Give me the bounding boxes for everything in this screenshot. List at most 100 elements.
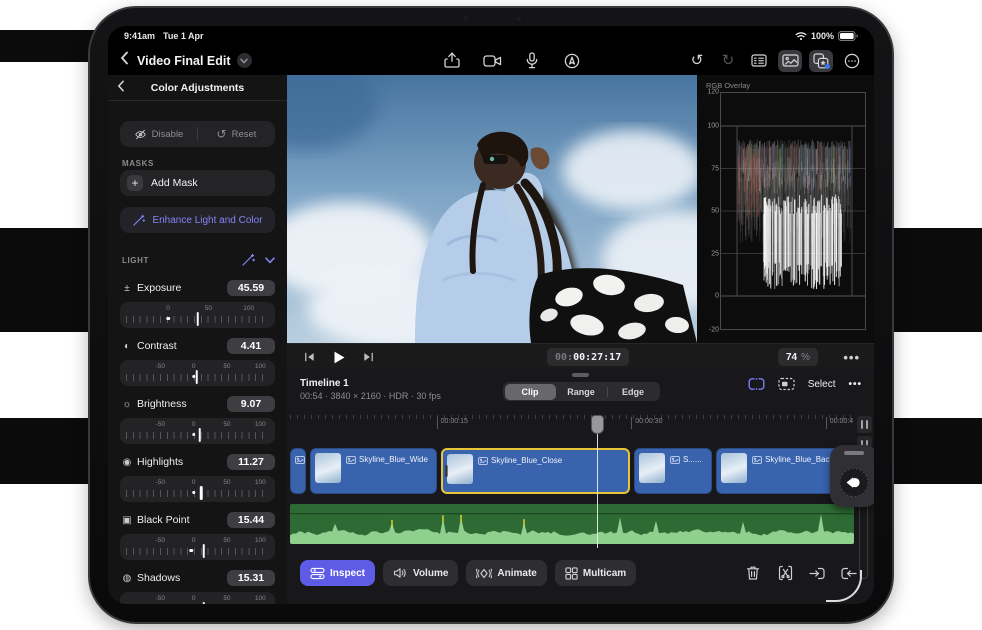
playhead-handle[interactable] xyxy=(591,415,604,434)
transport-bar: 00:00:27:17 74 % ••• xyxy=(287,343,874,370)
camera-sensor-dot xyxy=(517,17,521,21)
project-title[interactable]: Video Final Edit xyxy=(137,54,231,68)
redo-icon[interactable]: ↻ xyxy=(716,50,740,72)
slider-cursor[interactable] xyxy=(195,370,198,384)
mode-range[interactable]: Range xyxy=(556,384,607,400)
volume-icon xyxy=(393,567,408,579)
inspector-icon[interactable] xyxy=(747,50,771,72)
param-value[interactable]: 15.31 xyxy=(227,570,275,586)
panel-back-chevron-icon[interactable] xyxy=(117,79,125,97)
timeline-clip[interactable]: Skyline_Blue_Wide xyxy=(310,448,437,494)
scope-axis-label: 100 xyxy=(703,123,719,130)
param-slider[interactable]: 050100 xyxy=(120,302,275,328)
param-value[interactable]: 15.44 xyxy=(227,512,275,528)
export-icon[interactable] xyxy=(440,50,464,72)
slider-ticks xyxy=(126,490,269,497)
light-wand-icon[interactable] xyxy=(241,253,255,267)
inspect-button[interactable]: Inspect xyxy=(300,560,375,586)
slider-cursor[interactable] xyxy=(200,486,203,500)
magic-wand-icon xyxy=(132,214,145,227)
status-bar: 9:41am Tue 1 Apr 100% xyxy=(108,26,874,46)
slider-cursor[interactable] xyxy=(199,428,202,442)
audio-track[interactable] xyxy=(290,504,854,544)
reset-button[interactable]: ↺ Reset xyxy=(198,128,275,140)
undo-icon[interactable]: ↺ xyxy=(685,50,709,72)
camera-icon[interactable] xyxy=(480,50,504,72)
select-tool-button[interactable]: Select xyxy=(808,379,836,390)
media-browser-icon[interactable] xyxy=(778,50,802,72)
slider-scale-label: -50 xyxy=(156,479,165,486)
clip-label: Sk...... xyxy=(295,455,306,464)
clip-track: Sk...... Skyline_Blue_Wide Skyline_Blue_Cl… xyxy=(290,448,854,494)
zoom-unit: % xyxy=(801,352,810,363)
timeline-clip[interactable]: Sk...... xyxy=(290,448,306,494)
track-resize-handle[interactable] xyxy=(857,416,872,433)
slider-zero-dot xyxy=(192,491,196,495)
previous-frame-icon[interactable] xyxy=(303,351,316,363)
annotate-icon[interactable] xyxy=(560,50,584,72)
more-icon[interactable] xyxy=(840,50,864,72)
viewer-more-button[interactable]: ••• xyxy=(843,344,860,370)
brightness-icon: ☼ xyxy=(120,399,134,410)
timeline-ruler[interactable]: 00:00:1500:00:3000:00:4 xyxy=(290,415,854,439)
enhance-light-color-button[interactable]: Enhance Light and Color xyxy=(120,207,275,233)
mic-icon[interactable] xyxy=(520,50,544,72)
disable-button[interactable]: Disable xyxy=(120,129,197,140)
scope-axis-label: 50 xyxy=(703,208,719,215)
trash-icon[interactable] xyxy=(744,565,762,581)
eye-off-icon xyxy=(134,129,147,140)
volume-button[interactable]: Volume xyxy=(383,560,458,586)
light-collapse-chevron-down-icon[interactable] xyxy=(265,257,275,264)
param-value[interactable]: 45.59 xyxy=(227,280,275,296)
clip-thumbnail xyxy=(447,454,473,484)
timeline-clip[interactable]: S...... xyxy=(634,448,712,494)
param-slider[interactable]: -50050100 xyxy=(120,534,275,560)
param-row-brightness: ☼Brightness9.07-50050100 xyxy=(120,394,275,444)
animate-button[interactable]: Animate xyxy=(466,560,546,586)
add-mask-button[interactable]: + Add Mask xyxy=(120,170,275,196)
timeline-clip[interactable]: Skyline_Blue_Close xyxy=(441,448,630,494)
panel-resize-grip[interactable] xyxy=(572,373,589,377)
param-row-shadows: ◍Shadows15.31-50050100 xyxy=(120,568,275,604)
blade-icon[interactable] xyxy=(776,565,794,581)
param-slider[interactable]: -50050100 xyxy=(120,592,275,604)
slider-scale-label: 0 xyxy=(192,421,196,428)
param-value[interactable]: 11.27 xyxy=(227,454,275,470)
scope-axis-label: 120 xyxy=(703,89,719,96)
param-value[interactable]: 9.07 xyxy=(227,396,275,412)
front-camera xyxy=(463,16,468,21)
slider-cursor[interactable] xyxy=(202,544,205,558)
param-row-black-point: ▣Black Point15.44-50050100 xyxy=(120,510,275,560)
effects-icon[interactable] xyxy=(809,50,833,72)
slider-scale-label: 100 xyxy=(243,305,254,312)
back-chevron-icon[interactable] xyxy=(120,51,129,70)
jog-wheel-dial xyxy=(835,464,873,502)
multicam-button[interactable]: Multicam xyxy=(555,560,636,586)
zoom-level-button[interactable]: 74 % xyxy=(778,348,818,366)
overwrite-clip-icon[interactable] xyxy=(840,566,858,581)
param-value[interactable]: 4.41 xyxy=(227,338,275,354)
mode-edge[interactable]: Edge xyxy=(608,384,659,400)
timeline-metadata: 00:54 · 3840 × 2160 · HDR · 30 fps xyxy=(300,391,441,401)
mode-clip[interactable]: Clip xyxy=(505,384,556,400)
highlights-icon: ◉ xyxy=(120,457,134,468)
play-icon[interactable] xyxy=(332,350,346,365)
enhance-label: Enhance Light and Color xyxy=(152,215,262,226)
clip-connections-icon[interactable] xyxy=(748,377,765,391)
param-slider[interactable]: -50050100 xyxy=(120,476,275,502)
light-section-header: LIGHT xyxy=(122,253,275,267)
slider-cursor[interactable] xyxy=(196,312,199,326)
overwrite-placeholder-icon[interactable] xyxy=(778,377,795,391)
timeline-more-button[interactable]: ••• xyxy=(848,379,862,390)
param-slider[interactable]: -50050100 xyxy=(120,360,275,386)
next-frame-icon[interactable] xyxy=(362,351,375,363)
jog-wheel-grip[interactable] xyxy=(844,451,864,455)
clip-label: Skyline_Blue_Wide xyxy=(346,455,428,464)
clip-trim-handle[interactable] xyxy=(445,465,448,477)
slider-cursor[interactable] xyxy=(202,602,205,604)
param-slider[interactable]: -50050100 xyxy=(120,418,275,444)
project-title-chevron-down-icon[interactable] xyxy=(237,53,252,68)
jog-wheel[interactable] xyxy=(830,445,874,507)
param-row-contrast: ◐Contrast4.41-50050100 xyxy=(120,336,275,386)
insert-clip-icon[interactable] xyxy=(808,566,826,581)
